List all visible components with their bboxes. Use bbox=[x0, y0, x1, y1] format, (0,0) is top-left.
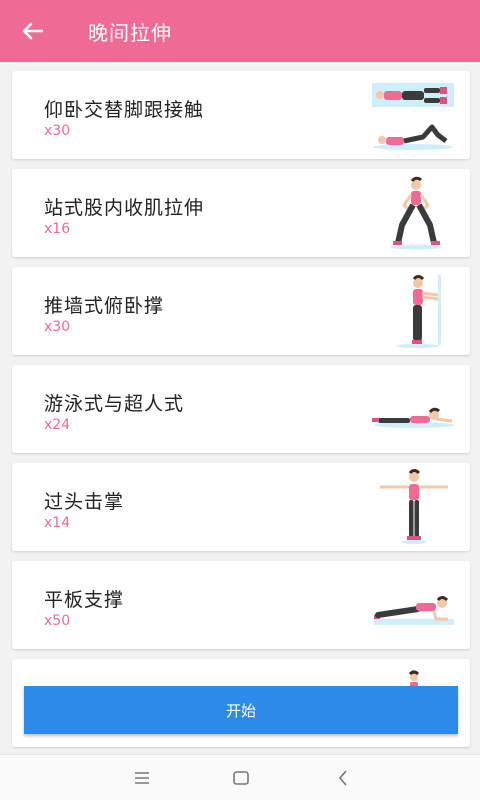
standing-adductor-stretch-figure bbox=[390, 176, 442, 250]
exercise-name: 站式股内收肌拉伸 bbox=[44, 197, 205, 219]
exercise-card[interactable]: 游泳式与超人式 x24 bbox=[12, 365, 470, 453]
home-square-icon[interactable] bbox=[229, 767, 253, 789]
wall-push-up-figure bbox=[396, 275, 441, 348]
plank-figure bbox=[374, 596, 454, 625]
swimming-superman-figure bbox=[372, 407, 454, 428]
exercise-name: 仰卧交替脚跟接触 bbox=[44, 99, 205, 121]
supine-heel-touch-figure bbox=[372, 83, 454, 150]
exercise-count: x50 bbox=[44, 613, 71, 629]
exercise-name: 推墙式俯卧撑 bbox=[44, 295, 165, 317]
system-nav-bar bbox=[0, 754, 480, 800]
exercise-list: 仰卧交替脚跟接触 x30 站式股内收肌拉伸 x16 推墙式俯卧撑 x30 游泳式… bbox=[0, 62, 480, 754]
exercise-card[interactable]: 仰卧交替脚跟接触 x30 bbox=[12, 71, 470, 159]
exercise-name: 过头击掌 bbox=[44, 491, 125, 513]
exercise-count: x30 bbox=[44, 319, 71, 335]
exercise-count: x30 bbox=[44, 123, 71, 139]
overhead-clap-figure bbox=[380, 469, 448, 544]
page-title: 晚间拉伸 bbox=[88, 20, 172, 45]
start-button-container: 开始 bbox=[24, 686, 458, 734]
exercise-card[interactable]: 平板支撑 x50 bbox=[12, 561, 470, 649]
exercise-card[interactable]: 推墙式俯卧撑 x30 bbox=[12, 267, 470, 355]
exercise-count: x14 bbox=[44, 515, 71, 531]
start-button[interactable]: 开始 bbox=[24, 686, 458, 734]
back-chevron-icon[interactable] bbox=[331, 767, 355, 789]
exercise-card[interactable]: 过头击掌 x14 bbox=[12, 463, 470, 551]
exercise-count: x24 bbox=[44, 417, 71, 433]
arrow-left-icon bbox=[22, 22, 43, 40]
app-bar: 晚间拉伸 bbox=[0, 0, 480, 62]
exercise-name: 平板支撑 bbox=[44, 589, 125, 611]
exercise-card[interactable]: 站式股内收肌拉伸 x16 bbox=[12, 169, 470, 257]
exercise-count: x16 bbox=[44, 221, 71, 237]
exercise-name: 游泳式与超人式 bbox=[44, 393, 185, 415]
back-button[interactable] bbox=[0, 0, 64, 62]
menu-icon[interactable] bbox=[130, 767, 154, 789]
